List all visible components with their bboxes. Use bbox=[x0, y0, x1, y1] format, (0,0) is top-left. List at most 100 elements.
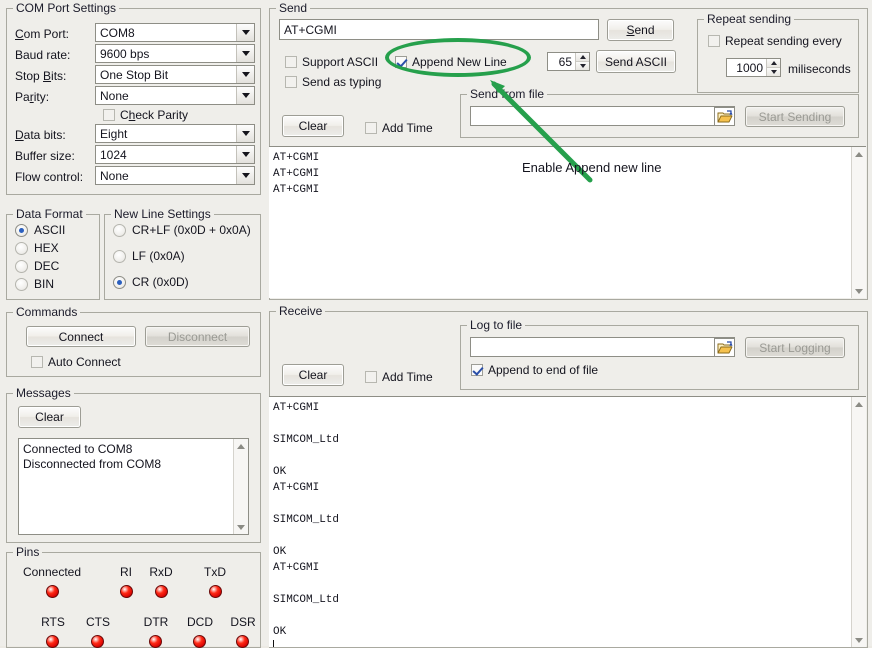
receive-log-text: AT+CGMI SIMCOM_Ltd OK AT+CGMI SIMCOM_Ltd… bbox=[269, 397, 852, 647]
buffer-size-combo[interactable]: 1024 bbox=[95, 145, 255, 164]
disconnect-button[interactable]: Disconnect bbox=[145, 326, 250, 347]
parity-combo[interactable]: None bbox=[95, 86, 255, 105]
radio-dot bbox=[15, 278, 28, 291]
checkbox-box bbox=[365, 122, 377, 134]
pin-label-connected: Connected bbox=[12, 565, 92, 579]
data-format-title: Data Format bbox=[13, 207, 86, 221]
send-log-scrollbar[interactable] bbox=[851, 147, 866, 298]
radio-dot bbox=[113, 250, 126, 263]
scroll-up-icon[interactable] bbox=[852, 397, 866, 411]
com-port-settings-title: COM Port Settings bbox=[13, 1, 119, 15]
annotation-label: Enable Append new line bbox=[522, 160, 662, 175]
radio-crlf[interactable]: CR+LF (0x0D + 0x0A) bbox=[113, 223, 251, 237]
flow-control-combo[interactable]: None bbox=[95, 166, 255, 185]
start-logging-button[interactable]: Start Logging bbox=[745, 337, 845, 358]
flow-control-value: None bbox=[96, 169, 236, 183]
send-file-path-input[interactable] bbox=[470, 106, 735, 126]
chevron-down-icon[interactable] bbox=[236, 24, 254, 41]
radio-dot bbox=[15, 224, 28, 237]
checkbox-box bbox=[285, 76, 297, 88]
send-from-file-group: Send from file Start Sending bbox=[460, 94, 859, 138]
radio-bin[interactable]: BIN bbox=[15, 277, 54, 291]
repeat-interval-spinner[interactable]: 1000 bbox=[726, 58, 781, 77]
send-as-typing-label: Send as typing bbox=[302, 75, 381, 89]
chevron-down-icon[interactable] bbox=[236, 45, 254, 62]
log-file-path-input[interactable] bbox=[470, 337, 735, 357]
baud-rate-combo[interactable]: 9600 bps bbox=[95, 44, 255, 63]
append-new-line-checkbox[interactable]: Append New Line bbox=[395, 55, 507, 69]
radio-dot bbox=[15, 242, 28, 255]
chevron-down-icon[interactable] bbox=[236, 125, 254, 142]
ascii-value-spinner[interactable]: 65 bbox=[547, 52, 590, 71]
messages-title: Messages bbox=[13, 386, 74, 400]
pin-led-rxd bbox=[155, 585, 168, 598]
scroll-down-icon[interactable] bbox=[234, 520, 248, 534]
pin-led-txd bbox=[209, 585, 222, 598]
commands-title: Commands bbox=[13, 305, 80, 319]
send-add-time-checkbox[interactable]: Add Time bbox=[365, 121, 433, 135]
open-folder-icon[interactable] bbox=[714, 107, 735, 126]
repeat-interval-value: 1000 bbox=[727, 59, 766, 76]
label-flow-control: Flow control: bbox=[15, 170, 83, 184]
scroll-down-icon[interactable] bbox=[852, 633, 866, 647]
pin-led-connected bbox=[46, 585, 59, 598]
repeat-sending-checkbox[interactable]: Repeat sending every bbox=[708, 34, 842, 48]
check-parity-checkbox[interactable]: Check Parity bbox=[103, 108, 188, 122]
append-to-end-checkbox[interactable]: Append to end of file bbox=[471, 363, 598, 377]
radio-lf[interactable]: LF (0x0A) bbox=[113, 249, 185, 263]
spinner-down-icon[interactable] bbox=[576, 62, 589, 70]
pin-led-ri bbox=[120, 585, 133, 598]
radio-dot bbox=[15, 260, 28, 273]
spinner-up-icon[interactable] bbox=[576, 53, 589, 62]
radio-cr[interactable]: CR (0x0D) bbox=[113, 275, 189, 289]
receive-clear-button[interactable]: Clear bbox=[282, 364, 344, 386]
send-as-typing-checkbox[interactable]: Send as typing bbox=[285, 75, 381, 89]
scroll-up-icon[interactable] bbox=[234, 439, 248, 453]
com-port-combo[interactable]: COM8 bbox=[95, 23, 255, 42]
messages-log[interactable]: Connected to COM8 Disconnected from COM8 bbox=[18, 438, 249, 535]
send-input[interactable]: AT+CGMI bbox=[279, 19, 599, 40]
receive-add-time-checkbox[interactable]: Add Time bbox=[365, 370, 433, 384]
radio-ascii[interactable]: ASCII bbox=[15, 223, 65, 237]
radio-dec[interactable]: DEC bbox=[15, 259, 59, 273]
commands-group: Commands Connect Disconnect Auto Connect bbox=[6, 312, 261, 377]
data-bits-combo[interactable]: Eight bbox=[95, 124, 255, 143]
spinner-down-icon[interactable] bbox=[767, 68, 780, 76]
auto-connect-checkbox[interactable]: Auto Connect bbox=[31, 355, 121, 369]
radio-ascii-label: ASCII bbox=[34, 223, 65, 237]
radio-hex[interactable]: HEX bbox=[15, 241, 59, 255]
pin-led-dcd bbox=[193, 635, 206, 648]
messages-scrollbar[interactable] bbox=[233, 439, 248, 534]
radio-lf-label: LF (0x0A) bbox=[132, 249, 185, 263]
spinner-buttons[interactable] bbox=[766, 59, 780, 76]
messages-clear-button[interactable]: Clear bbox=[18, 406, 81, 428]
radio-hex-label: HEX bbox=[34, 241, 59, 255]
checkbox-box bbox=[365, 371, 377, 383]
chevron-down-icon[interactable] bbox=[236, 66, 254, 83]
spinner-up-icon[interactable] bbox=[767, 59, 780, 68]
send-button[interactable]: Send bbox=[607, 19, 674, 41]
send-ascii-button[interactable]: Send ASCII bbox=[596, 50, 676, 73]
support-ascii-checkbox[interactable]: Support ASCII bbox=[285, 55, 378, 69]
append-to-end-label: Append to end of file bbox=[488, 363, 598, 377]
chevron-down-icon[interactable] bbox=[236, 167, 254, 184]
chevron-down-icon[interactable] bbox=[236, 87, 254, 104]
scroll-up-icon[interactable] bbox=[852, 147, 866, 161]
scroll-down-icon[interactable] bbox=[852, 284, 866, 298]
pin-led-rts bbox=[46, 635, 59, 648]
send-clear-button[interactable]: Clear bbox=[282, 115, 344, 137]
connect-button[interactable]: Connect bbox=[26, 326, 136, 347]
receive-log[interactable]: AT+CGMI SIMCOM_Ltd OK AT+CGMI SIMCOM_Ltd… bbox=[269, 396, 866, 647]
receive-log-scrollbar[interactable] bbox=[851, 397, 866, 647]
label-data-bits: Data bits: bbox=[15, 128, 66, 142]
start-sending-button[interactable]: Start Sending bbox=[745, 106, 845, 127]
send-button-label: Send bbox=[626, 23, 654, 37]
stop-bits-combo[interactable]: One Stop Bit bbox=[95, 65, 255, 84]
chevron-down-icon[interactable] bbox=[236, 146, 254, 163]
open-folder-icon[interactable] bbox=[714, 338, 735, 357]
checkbox-box bbox=[31, 356, 43, 368]
messages-log-text: Connected to COM8 Disconnected from COM8 bbox=[19, 439, 234, 534]
send-title: Send bbox=[276, 1, 310, 15]
spinner-buttons[interactable] bbox=[575, 53, 589, 70]
new-line-settings-title: New Line Settings bbox=[111, 207, 214, 221]
